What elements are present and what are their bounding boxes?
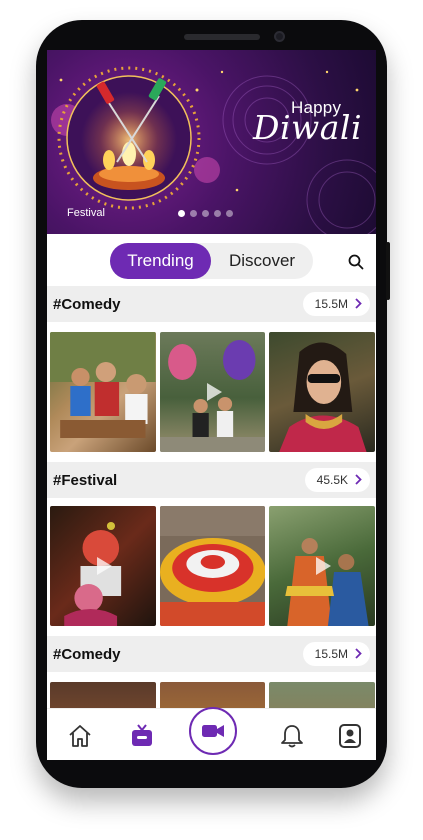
banner-category-label: Festival [67,207,105,219]
video-thumbnail[interactable] [269,506,376,626]
section-title[interactable]: #Festival [53,472,117,489]
section-count-button[interactable]: 15.5M [302,642,370,666]
chevron-right-icon [355,298,362,309]
video-thumbnail[interactable] [50,332,156,452]
play-icon [206,383,222,401]
section-count-button[interactable]: 15.5M [302,292,370,316]
front-camera [274,31,285,42]
section-count: 45.5K [316,473,348,487]
rangoli-photo [159,506,266,626]
carousel-dots [178,210,233,217]
video-thumbnail[interactable] [269,332,376,452]
side-button [386,242,390,300]
video-thumbnail[interactable] [159,332,266,452]
section-title[interactable]: #Comedy [53,646,121,663]
play-icon [96,557,112,575]
video-thumbnail[interactable] [50,506,156,626]
carousel-dot[interactable] [214,210,221,217]
carousel-dot[interactable] [190,210,197,217]
app-screen: Happy Diwali Festival Trending Discover [47,50,376,760]
festival-banner[interactable]: Happy Diwali Festival [47,50,376,234]
earpiece-speaker [184,34,260,40]
tab-discover[interactable]: Discover [211,243,313,279]
woman-photo [279,342,367,452]
section-header: #Comedy 15.5M [47,286,376,322]
carousel-dot[interactable] [226,210,233,217]
profile-icon[interactable] [337,723,363,749]
tv-icon[interactable] [129,723,155,749]
record-video-button[interactable] [189,707,237,755]
chevron-right-icon [355,648,362,659]
tab-trending[interactable]: Trending [110,243,211,279]
section-title[interactable]: #Comedy [53,296,121,313]
section-count: 15.5M [314,297,348,311]
section-header: #Comedy 15.5M [47,636,376,672]
video-row [47,506,376,626]
carousel-dot[interactable] [178,210,185,217]
bottom-navigation [47,707,376,760]
video-camera-icon [202,725,224,737]
family-photo [50,332,156,438]
video-thumbnail[interactable] [159,506,266,626]
section-count: 15.5M [314,647,348,661]
phone-frame: Happy Diwali Festival Trending Discover [36,20,390,788]
section-header: #Festival 45.5K [47,462,376,498]
video-row [47,332,376,452]
chevron-right-icon [355,474,362,485]
carousel-dot[interactable] [202,210,209,217]
section-count-button[interactable]: 45.5K [304,468,370,492]
bell-icon[interactable] [279,723,305,749]
home-icon[interactable] [67,723,93,749]
search-icon[interactable] [347,253,365,271]
play-icon [316,557,332,575]
feed-tab-switcher: Trending Discover [110,243,313,279]
feed-tabs-row: Trending Discover [47,234,376,286]
banner-greeting-line2: Diwali [253,108,363,147]
